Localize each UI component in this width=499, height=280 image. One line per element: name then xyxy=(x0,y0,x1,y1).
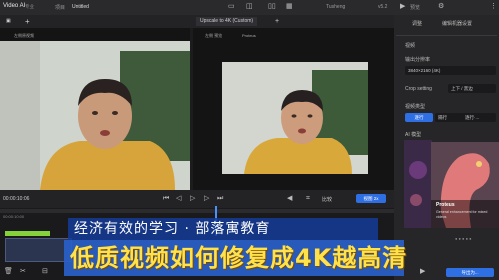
compare-icon[interactable]: ▯▯ xyxy=(268,3,276,11)
play-sidebar-icon[interactable]: ▶ xyxy=(420,268,425,276)
timecode: 00:00:10:06 xyxy=(3,196,30,202)
resolution-select[interactable]: 3840×2160 (4K) xyxy=(405,66,496,75)
tab-machine-settings[interactable]: 编辑机器设置 xyxy=(442,20,472,27)
tab-upscale-label: Upscale to 4K (Custom) xyxy=(200,18,254,24)
time-ruler xyxy=(0,209,394,213)
carousel-dots[interactable]: ● ● ● ● ● xyxy=(455,236,472,241)
preview-label: 左侧 预览 xyxy=(205,33,223,38)
caption-line1: 经济有效的学习 · 部落寓教育 xyxy=(74,221,271,237)
tab-adjust[interactable]: 调整 xyxy=(412,20,422,27)
app-badge: 专业 xyxy=(25,4,34,9)
clip-marker[interactable] xyxy=(5,231,50,236)
skip-end-icon[interactable]: ⏭ xyxy=(217,195,223,203)
play-icon[interactable]: ▷ xyxy=(190,195,195,203)
video-section-title: 视频 xyxy=(405,43,416,49)
resolution-label: 输出分辨率 xyxy=(405,57,431,63)
crop-label: Crop setting xyxy=(405,86,432,92)
user-name: Tusheng xyxy=(326,4,346,10)
video-clip[interactable] xyxy=(5,238,72,262)
source-label: 左侧原视频 xyxy=(14,33,34,38)
volume-icon[interactable]: ◀ xyxy=(287,195,292,203)
menu-untitled[interactable]: Untitled xyxy=(72,4,89,10)
source-video-frame xyxy=(0,41,190,190)
export-button[interactable]: 导出为... xyxy=(446,268,494,277)
model-description: General enhancement for mixed videos xyxy=(436,210,488,219)
caption-line2: 低质视频如何修复成4K越高清 xyxy=(70,244,408,272)
preview-model-label: Proteus xyxy=(242,33,256,38)
compare-label[interactable]: 比较 xyxy=(322,196,332,203)
grid-icon[interactable]: ▦ xyxy=(286,3,293,11)
ai-model-label: AI 模型 xyxy=(405,132,422,138)
app-name: Video AI xyxy=(3,3,26,9)
player-toolbar xyxy=(0,190,394,208)
caption-banner-top: 经济有效的学习 · 部落寓教育 xyxy=(68,218,378,240)
version-label: v5.2 xyxy=(378,4,388,10)
tab-add-button[interactable]: + xyxy=(275,17,279,26)
preview-icon[interactable]: ▶ xyxy=(400,3,405,11)
settings-icon[interactable]: ⚙ xyxy=(438,3,444,11)
new-tab-button[interactable]: + xyxy=(25,17,30,26)
video-type-other[interactable]: 逐行·... xyxy=(462,113,496,122)
caption-banner-bottom: 低质视频如何修复成4K越高清 xyxy=(64,240,408,276)
divider xyxy=(396,35,497,36)
more-icon[interactable]: ⋮ xyxy=(490,3,497,11)
zoom-select[interactable]: 视图 2x xyxy=(356,194,386,203)
split-icon[interactable]: ◫ xyxy=(246,3,253,11)
model-card-left[interactable] xyxy=(404,140,432,228)
trim-icon[interactable]: ✂ xyxy=(20,268,26,276)
delete-icon[interactable]: 🗑 xyxy=(4,268,13,276)
prev-frame-icon[interactable]: ◁ xyxy=(176,195,181,203)
marker-icon[interactable]: ⊟ xyxy=(42,268,48,276)
skip-start-icon[interactable]: ⏮ xyxy=(163,195,169,203)
video-type-label: 视频类型 xyxy=(405,104,426,110)
crop-select[interactable]: 上下 / 黑边 xyxy=(448,84,496,93)
model-name: Proteus xyxy=(436,202,455,208)
layout-icon[interactable]: ▭ xyxy=(228,3,235,11)
preview-button-label[interactable]: 预览 xyxy=(410,4,420,11)
tab-upscale[interactable]: Upscale to 4K (Custom) xyxy=(196,17,258,26)
preview-video-frame xyxy=(222,62,368,174)
video-type-interlaced[interactable]: 隔行 xyxy=(435,113,463,122)
next-frame-icon[interactable]: ▷ xyxy=(204,195,209,203)
menu-project[interactable]: 项目 xyxy=(55,4,65,11)
timeline-time: 00:00:10:00 xyxy=(3,214,25,219)
crop-icon[interactable]: ⌗ xyxy=(306,195,310,203)
tab-grid-icon[interactable]: ▣ xyxy=(6,17,11,26)
video-type-progressive[interactable]: 逐行 xyxy=(405,113,433,122)
